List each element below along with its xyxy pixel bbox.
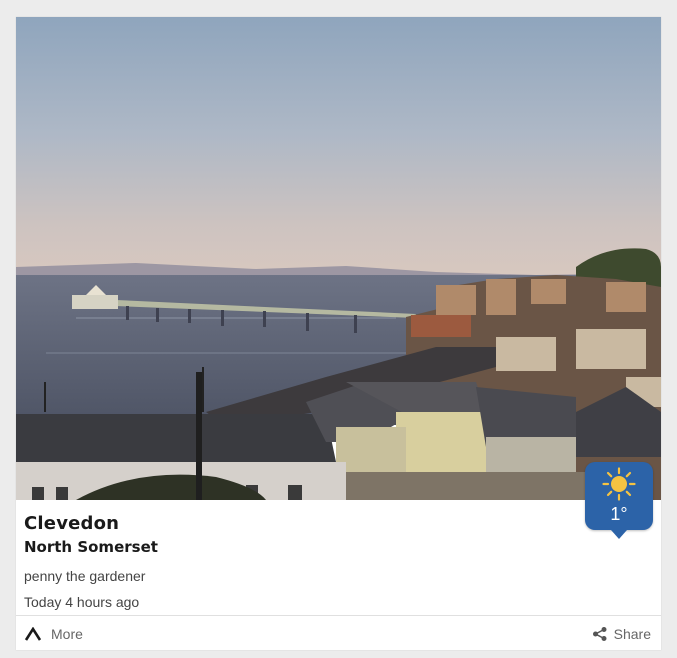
sun-icon: [602, 467, 636, 501]
share-icon: [592, 626, 607, 641]
weather-report-card: 1° Clevedon North Somerset penny the gar…: [16, 17, 661, 650]
share-button[interactable]: Share: [592, 616, 651, 651]
more-label: More: [51, 625, 83, 642]
chevron-up-icon: [24, 626, 42, 641]
report-photo[interactable]: [16, 17, 661, 500]
location-name[interactable]: Clevedon: [24, 513, 119, 534]
report-info: Clevedon North Somerset penny the garden…: [16, 500, 661, 615]
share-label: Share: [613, 625, 651, 642]
more-button[interactable]: More: [24, 616, 83, 651]
card-footer: More Share: [16, 615, 661, 651]
author-name[interactable]: penny the gardener: [24, 568, 145, 584]
photo-image: [16, 17, 661, 500]
posted-time: Today 4 hours ago: [24, 594, 140, 610]
region-name: North Somerset: [24, 538, 158, 556]
